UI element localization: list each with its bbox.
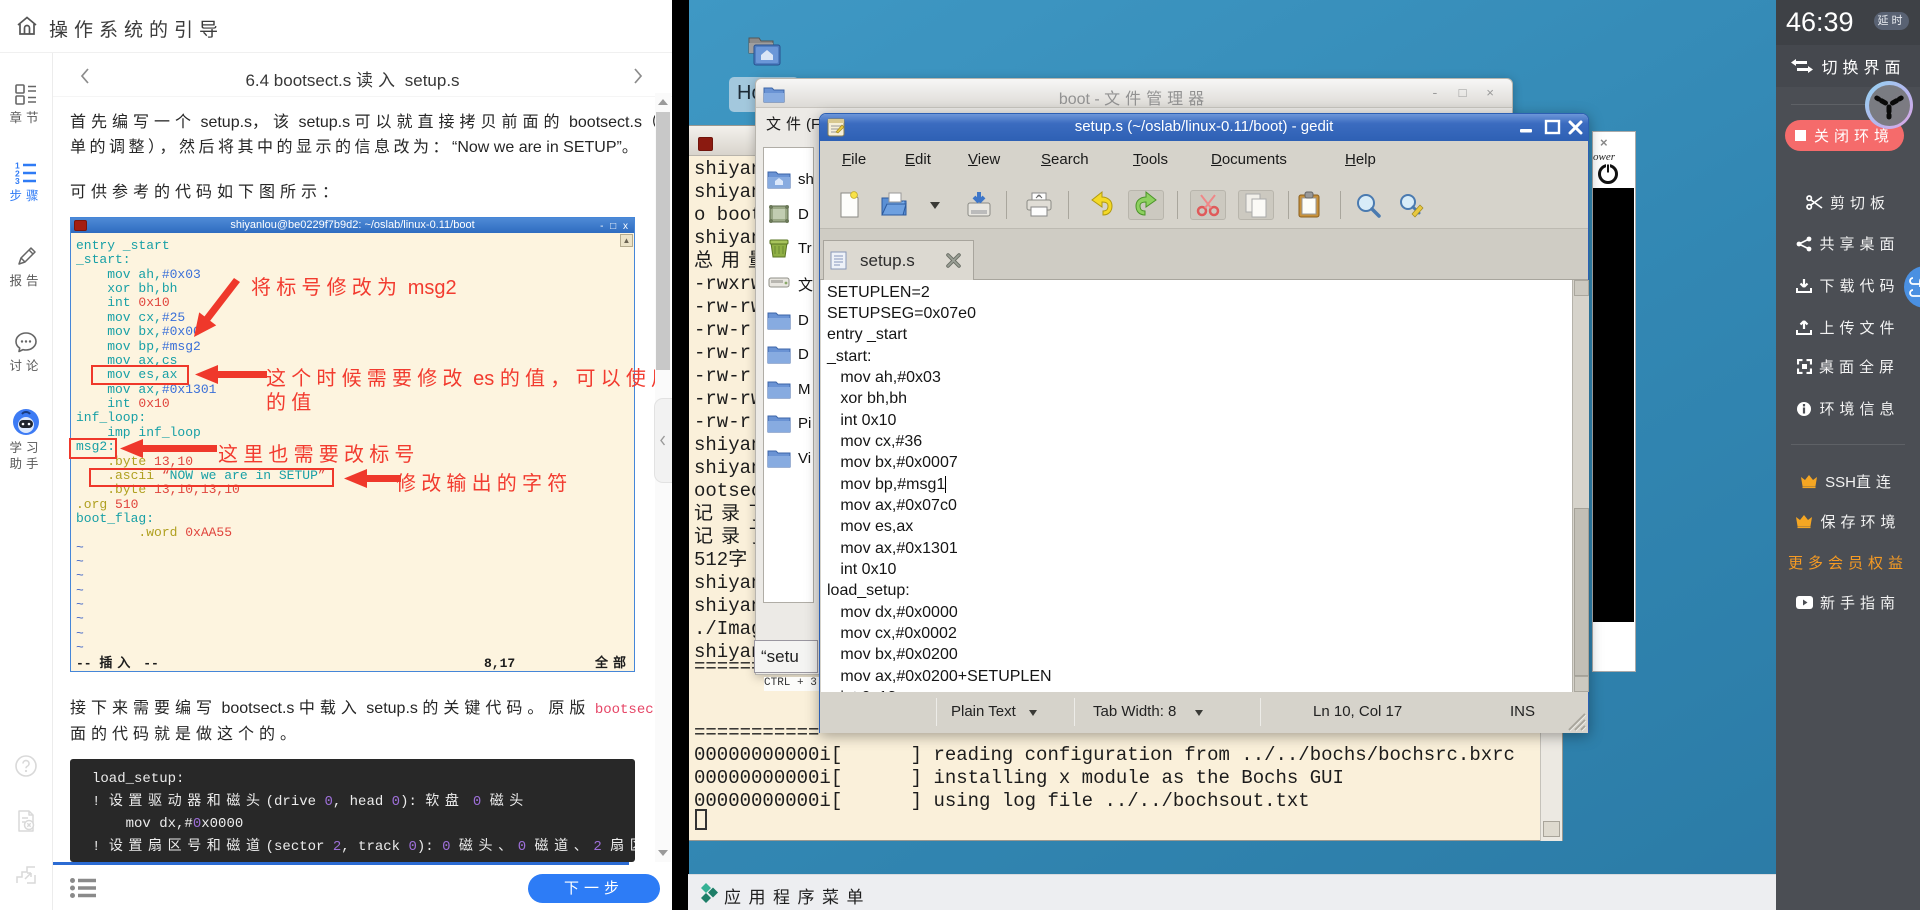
svg-text:3: 3 bbox=[15, 176, 20, 184]
